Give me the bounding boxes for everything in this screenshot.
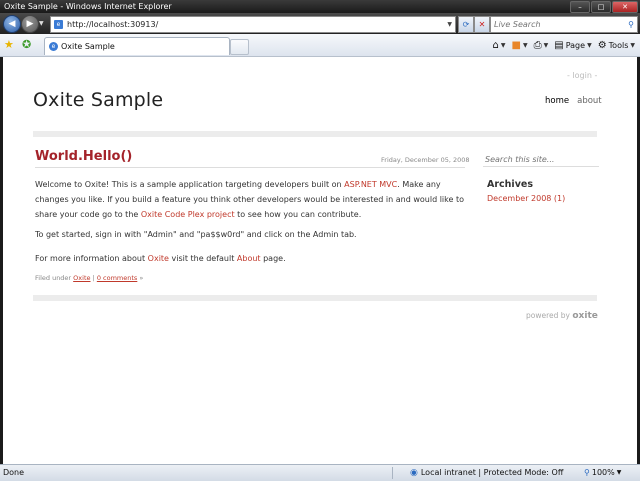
minimize-button[interactable]: – [570,1,590,13]
page-icon: ▤ [554,39,564,51]
home-icon: ⌂ [492,39,499,51]
command-bar: ★ ✪ e Oxite Sample ⌂ ▼ ■ ▼ ⎙ ▼ ▤ Page ▼ ⚙ Tool… [0,34,640,57]
print-icon: ⎙ [533,39,542,51]
print-button[interactable]: ⎙ ▼ [533,37,550,53]
refresh-icon[interactable]: ⟳ [458,16,474,33]
window-controls: – □ ✕ [570,1,638,13]
oxite-link[interactable]: Oxite [148,254,169,263]
forward-icon[interactable]: ▶ [21,15,39,33]
nav-about[interactable]: about [577,96,602,106]
post-title[interactable]: World.Hello() [35,149,132,164]
close-button[interactable]: ✕ [612,1,638,13]
tab-label: Oxite Sample [61,42,115,51]
address-field[interactable]: e http://localhost:30913/ ▼ [50,16,456,33]
tools-menu-label: Tools [608,40,629,50]
tag-link[interactable]: Oxite [73,274,90,282]
post-title-rule [35,167,465,168]
feeds-button[interactable]: ■ ▼ [511,37,529,53]
home-button[interactable]: ⌂ ▼ [492,37,507,53]
status-bar: Done ◉ Local intranet | Protected Mode: O… [0,464,640,481]
favorites-star-icon[interactable]: ★ [4,38,14,51]
status-text: Done [3,468,25,477]
powered-by[interactable]: powered by oxite [526,311,598,321]
site-nav: home about [545,96,602,106]
page-viewport: - login - Oxite Sample home about World.… [3,57,637,464]
post-paragraph-1: Welcome to Oxite! This is a sample appli… [35,180,464,219]
tab-favicon-icon: e [49,42,58,51]
oxite-logo: oxite [572,311,598,321]
security-zone[interactable]: ◉ Local intranet | Protected Mode: Off [410,465,563,481]
window-title: Oxite Sample - Windows Internet Explorer [4,2,172,11]
address-dropdown-icon[interactable]: ▼ [447,17,452,32]
footer-divider [33,295,597,301]
address-toolbar: ◀ ▶ ▼ e http://localhost:30913/ ▼ ⟳ ✕ ⚲ [0,13,640,34]
post-meta: Filed under Oxite | 0 comments » [35,274,144,282]
comments-link[interactable]: 0 comments [97,274,137,282]
tools-menu[interactable]: ⚙ Tools ▼ [597,37,636,53]
maximize-button[interactable]: □ [591,1,611,13]
page-menu-label: Page [565,40,586,50]
recent-pages-dropdown[interactable]: ▼ [39,20,44,27]
post-paragraph-3: For more information about Oxite visit t… [35,254,286,263]
zoom-icon: ⚲ [584,468,590,477]
search-icon[interactable]: ⚲ [628,17,634,32]
feeds-icon: ■ [511,39,521,51]
tab-oxite-sample[interactable]: e Oxite Sample [44,37,230,55]
browser-window: Oxite Sample - Windows Internet Explorer… [0,0,640,481]
tools-icon: ⚙ [597,39,607,51]
post-paragraph-2: To get started, sign in with "Admin" and… [35,230,357,239]
globe-icon: ◉ [410,468,418,478]
login-link[interactable]: - login - [567,71,597,80]
nav-home[interactable]: home [545,96,569,106]
archives-heading: Archives [487,179,533,190]
url-text[interactable]: http://localhost:30913/ [67,17,158,32]
new-tab-button[interactable] [230,39,249,55]
back-icon[interactable]: ◀ [3,15,21,33]
site-search-input[interactable] [483,153,599,167]
site-title[interactable]: Oxite Sample [33,89,163,111]
page-menu[interactable]: ▤ Page ▼ [553,37,592,53]
about-link[interactable]: About [237,254,261,263]
zoom-level: 100% [591,468,615,477]
zoom-control[interactable]: ⚲ 100% ▼ [584,465,621,481]
aspnet-mvc-link[interactable]: ASP.NET MVC [344,180,397,189]
add-favorites-icon[interactable]: ✪ [22,38,31,51]
command-tools: ⌂ ▼ ■ ▼ ⎙ ▼ ▤ Page ▼ ⚙ Tools ▼ [492,37,636,53]
codeplex-link[interactable]: Oxite Code Plex project [141,210,235,219]
live-search-box[interactable]: ⚲ [490,16,638,33]
archive-item[interactable]: December 2008 (1) [487,194,565,203]
header-divider [33,131,597,137]
page-favicon-icon: e [54,20,63,29]
live-search-input[interactable] [494,18,614,30]
title-bar: Oxite Sample - Windows Internet Explorer… [0,0,640,13]
status-divider [392,467,393,479]
zone-label: Local intranet | Protected Mode: Off [420,468,564,477]
post-date: Friday, December 05, 2008 [381,156,470,164]
stop-icon[interactable]: ✕ [474,16,490,33]
